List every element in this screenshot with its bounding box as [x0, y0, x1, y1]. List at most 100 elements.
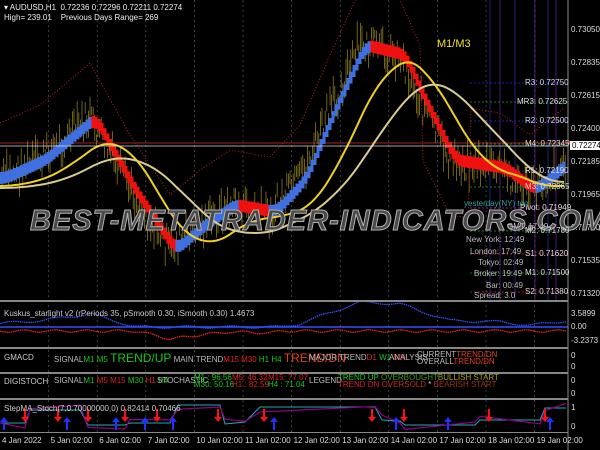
- gmacd-analysis-values: CURRENTTREND/DN OVERALLTREND/DN: [417, 351, 497, 366]
- pivot-label: M1: 0.71500: [525, 268, 570, 277]
- digistoch-title: DIGISTOCH: [4, 377, 49, 386]
- panel-text: OVERALL: [417, 357, 454, 366]
- panel-text: H4: [271, 355, 282, 364]
- header-stats: High= 239.01 Previous Days Range= 269: [4, 13, 158, 22]
- panel-divider[interactable]: [0, 398, 568, 400]
- panel-text: M5: [96, 376, 108, 385]
- price-axis-label: 0.72185: [571, 157, 600, 166]
- gmacd-title: GMACD: [4, 353, 34, 362]
- kuskus-axis-zero: 0.00: [571, 322, 587, 331]
- panel-text: MAJOR TREND: [309, 353, 367, 362]
- time-axis-label: 4 Jan 2022: [2, 436, 42, 445]
- stepma-title: StepMA_Stoch(7,0.70000000,0) 0.82414 0.7…: [4, 404, 181, 413]
- session-label: Broker: 19:49: [474, 269, 523, 278]
- time-axis-label: 11 Jan 02:00: [245, 436, 291, 445]
- digistoch-values: M15: 77.07 H4 : 71.04: [268, 374, 308, 389]
- gmacd-axis-label: 0: [571, 362, 576, 371]
- kuskus-axis-max: 3.5899: [571, 309, 596, 318]
- digistoch-signal-row: SIGNALM1 M5 M15 M30 H1 H4: [54, 376, 168, 385]
- panel-divider[interactable]: [0, 347, 568, 349]
- panel-text: H1: [145, 376, 156, 385]
- ohlc-values: 0.72236 0.72296 0.72211 0.72274: [60, 3, 183, 12]
- time-axis-label: 5 Jan 02:00: [50, 436, 93, 445]
- arrow-up-icon: [270, 417, 278, 430]
- panel-text: M15: [223, 355, 239, 364]
- pivot-label: M3: 0.72065: [525, 182, 570, 191]
- digistoch-axis-label: 0: [571, 389, 576, 398]
- kuskus-red-line: [0, 329, 567, 341]
- time-axis-label: 13 Jan 02:00: [342, 436, 389, 445]
- panel-text: TREND DN: [338, 380, 380, 389]
- panel-text: SIGNAL: [54, 376, 84, 385]
- panel-text: M5: [96, 355, 108, 364]
- kuskus-axis-min: -3.2373: [571, 336, 599, 345]
- price-axis-label: 0.72835: [571, 58, 600, 67]
- arrow-up-icon: [444, 417, 452, 430]
- kuskus-title: Kuskus_starlight v2 (rPeriods 35, pSmoot…: [4, 309, 255, 318]
- digistoch-values: M1 : 96.56 M30: 50.16: [194, 374, 235, 389]
- digistoch-axis-label: 0: [571, 376, 576, 385]
- chart-header: ▾ AUDUSD,H1 0.72236 0.72296 0.72211 0.72…: [4, 3, 183, 12]
- pivot-label: R1: 0.72190: [525, 166, 569, 175]
- current-price-label: 0.72274: [570, 141, 600, 150]
- pivot-label: R2: 0.72500: [525, 116, 569, 125]
- high-label: High= 239.01: [4, 13, 52, 22]
- digistoch-values: M5: 46.32 H1 : 82.59: [232, 374, 269, 389]
- pivot-label: R3: 0.72750: [525, 78, 569, 87]
- session-label: London: 17:49: [470, 247, 522, 256]
- arrow-down-icon: [368, 409, 376, 422]
- panel-text: M30: [241, 355, 257, 364]
- price-axis-label: 0.72615: [571, 91, 600, 100]
- price-axis-label: 0.71965: [571, 190, 600, 199]
- pivot-label: M4: 0.72345: [525, 139, 570, 148]
- time-axis-label: 6 Jan 02:00: [99, 436, 141, 445]
- time-axis-label: 14 Jan 02:00: [390, 436, 438, 445]
- panel-text: M1: [83, 376, 95, 385]
- arrow-up-icon: [392, 417, 400, 430]
- panel-text: M15: [110, 376, 126, 385]
- panel-text: OVERSOLD: [381, 380, 427, 389]
- panel-text: MAIN TREND: [173, 355, 224, 364]
- gmacd-trend-up: TREND/UP: [110, 351, 172, 365]
- panel-divider[interactable]: [0, 300, 568, 302]
- panel-text: M30: [127, 376, 144, 385]
- time-axis-label: 18 Jan 02:00: [488, 436, 535, 445]
- price-axis-label: 0.73050: [571, 25, 600, 34]
- pivot-label: MR3: 0.72625: [517, 97, 568, 106]
- yesterday-label: yesterday(NY) too: [464, 199, 529, 208]
- price-axis-label: 0.72400: [571, 124, 600, 133]
- time-axis-label: 7 Jan 02:00: [147, 436, 190, 445]
- panel-text: M1: [83, 355, 95, 364]
- panel-text: M30: 50.16: [194, 380, 235, 389]
- time-axis-label: 19 Jan 02:00: [536, 436, 583, 445]
- pivot-label: S2: 0.71380: [525, 287, 569, 296]
- digistoch-legend: TREND UP OVERBOUGHTBULLISH START TREND DN…: [338, 373, 499, 389]
- panel-text: H1: [258, 355, 270, 364]
- session-label: GMT: 17:49: [507, 222, 549, 231]
- panel-text: H4 : 71.04: [268, 380, 305, 389]
- panel-text: BEARISH START: [433, 380, 497, 389]
- stepma-axis-label: 1: [571, 403, 576, 412]
- price-axis-label: 0.71320: [571, 289, 600, 298]
- time-axis-label: 17 Jan 02:00: [439, 436, 486, 445]
- arrow-down-icon: [260, 409, 268, 422]
- gmacd-row: SIGNALM1 M5 TREND/UP MAIN TRENDM15 M30 H…: [54, 351, 346, 365]
- arrow-down-icon: [214, 409, 222, 422]
- panel-text: D1: [366, 353, 377, 362]
- panel-text: H1 : 82.59: [232, 380, 269, 389]
- stepma-axis-label: 0: [571, 422, 576, 431]
- pivot-label: S1: 0.71620: [525, 249, 569, 258]
- arrow-down-icon: [400, 409, 408, 422]
- price-axis-label: 0.71535: [571, 256, 600, 265]
- panel-text: TREND/DN: [453, 357, 495, 366]
- time-axis-label: 10 Jan 02:00: [196, 436, 243, 445]
- panel-text: SIGNAL: [54, 355, 84, 364]
- session-label: Tokyo: 02:49: [478, 258, 524, 267]
- m1-m3-label: M1/M3: [437, 38, 471, 50]
- range-label: Previous Days Range= 269: [60, 13, 159, 22]
- session-label: New York: 12:49: [466, 235, 525, 244]
- gmacd-axis-label: 0: [571, 351, 576, 360]
- session-label: Spread: 3.0: [474, 291, 516, 300]
- symbol-label: AUDUSD,H1: [9, 3, 57, 12]
- session-label: Bar: 00:49: [486, 281, 523, 290]
